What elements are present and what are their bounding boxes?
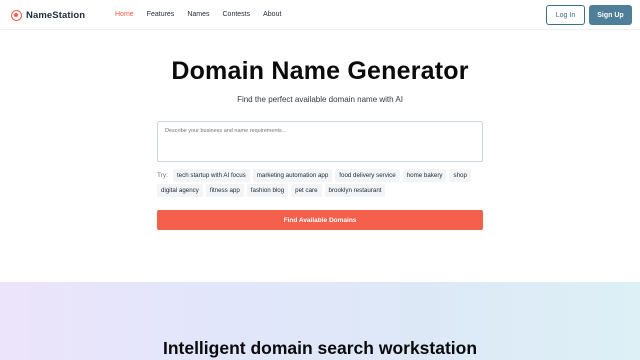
suggestion-chips: Try: tech startup with AI focus marketin… [157,169,487,199]
suggestion-chip[interactable]: food delivery service [335,169,400,182]
logo-icon [11,9,22,21]
nav-contests[interactable]: Contests [223,11,251,18]
suggestion-chip[interactable]: fashion blog [246,184,289,197]
chip-row: Try: tech startup with AI focus marketin… [157,169,487,182]
nav-home[interactable]: Home [115,11,134,18]
signup-button[interactable]: Sign Up [589,5,632,25]
login-button[interactable]: Log In [546,5,585,25]
try-label: Try: [157,172,168,179]
page-subtitle: Find the perfect available domain name w… [237,95,403,104]
suggestion-chip[interactable]: marketing automation app [252,169,333,182]
main-nav: Home Features Names Contests About [115,11,281,18]
suggestion-chip[interactable]: pet care [291,184,322,197]
suggestion-chip[interactable]: digital agency [157,184,203,197]
business-description-input[interactable] [157,121,483,162]
suggestion-chip[interactable]: tech startup with AI focus [172,169,250,182]
find-domains-button[interactable]: Find Available Domains [157,210,483,230]
logo[interactable]: NameStation [11,9,85,21]
nav-about[interactable]: About [263,11,281,18]
chip-row: digital agency fitness app fashion blog … [157,184,487,197]
suggestion-chip[interactable]: shop [449,169,471,182]
section-title: Intelligent domain search workstation [162,338,478,358]
suggestion-chip[interactable]: brooklyn restaurant [324,184,386,197]
logo-text: NameStation [26,9,86,21]
suggestion-chip[interactable]: fitness app [205,184,244,197]
site-header: NameStation Home Features Names Contests… [0,0,640,30]
suggestion-chip[interactable]: home bakery [402,169,447,182]
nav-names[interactable]: Names [187,11,209,18]
nav-features[interactable]: Features [147,11,175,18]
page-title: Domain Name Generator [171,57,469,85]
